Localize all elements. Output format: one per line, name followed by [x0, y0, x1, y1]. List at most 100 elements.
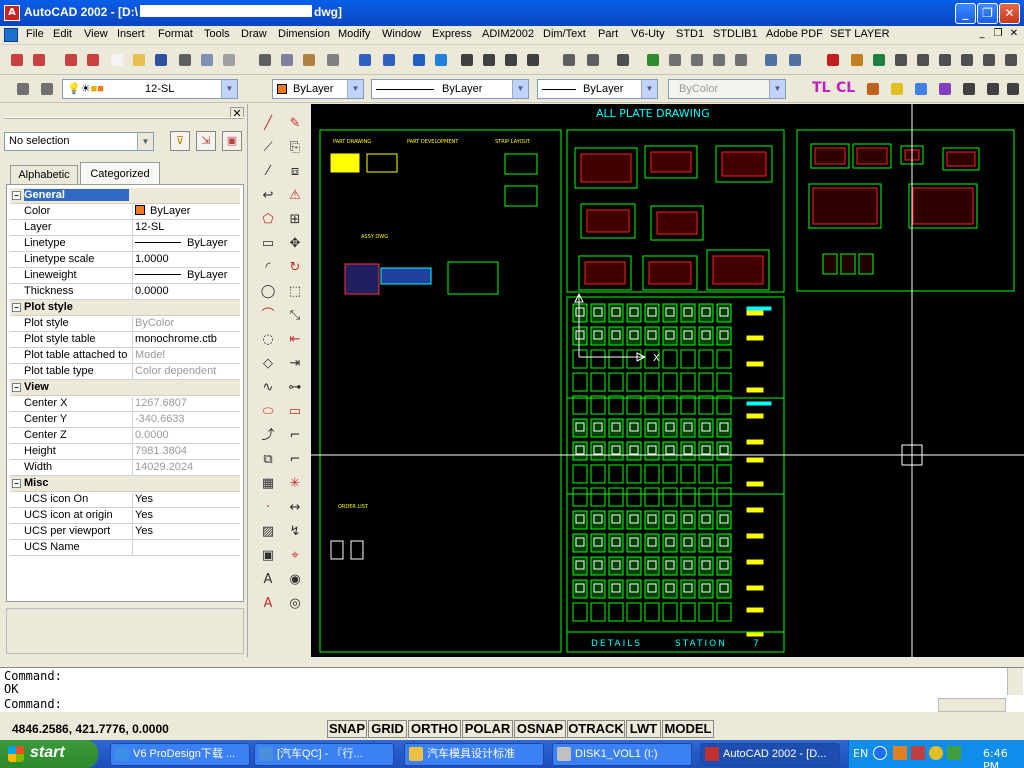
property-row[interactable]: Linetype ByLayer [10, 236, 240, 252]
plotstyle-dropdown[interactable]: ByColor ▼ [668, 79, 786, 99]
menu-adim2002[interactable]: ADIM2002 [482, 28, 534, 40]
grip-bar[interactable] [4, 117, 244, 119]
minimize-button[interactable]: _ [955, 3, 976, 24]
menu-window[interactable]: Window [382, 28, 421, 40]
drawing-doc-icon[interactable] [4, 28, 18, 42]
make-block-icon[interactable]: ▦ [258, 474, 278, 494]
paste-icon[interactable] [300, 51, 318, 69]
status-lwt-button[interactable]: LWT [626, 720, 661, 738]
arc-icon[interactable]: ◜ [258, 258, 278, 278]
linetype-dropdown[interactable]: ByLayer ▼ [371, 79, 529, 99]
property-value[interactable]: 0.0000 [132, 285, 169, 300]
status-snap-button[interactable]: SNAP [327, 720, 367, 738]
autocad-app-icon[interactable]: A [4, 5, 20, 21]
adcenter-icon[interactable] [786, 51, 804, 69]
tl-button[interactable]: TL [812, 80, 830, 96]
help-icon[interactable] [824, 51, 842, 69]
zoom-window-icon[interactable] [688, 51, 706, 69]
multiline-icon[interactable]: ⁄ [258, 162, 278, 182]
zoom-previous-icon[interactable] [710, 51, 728, 69]
menu-file[interactable]: File [26, 28, 44, 40]
ellipse-arc2-icon[interactable]: ⤴ [258, 426, 278, 446]
internet-icon[interactable] [432, 51, 450, 69]
tray-icon-2[interactable] [911, 746, 925, 760]
layer-icon-4[interactable] [84, 51, 102, 69]
layer-icon-1[interactable] [8, 51, 26, 69]
property-value[interactable]: ByLayer [132, 205, 190, 220]
aerial-view-icon[interactable] [614, 51, 632, 69]
property-row[interactable]: UCS icon On Yes [10, 492, 240, 508]
point-icon[interactable]: · [258, 498, 278, 518]
lineweight-dropdown[interactable]: ByLayer ▼ [537, 79, 658, 99]
status-polar-button[interactable]: POLAR [462, 720, 513, 738]
layer-icon-3[interactable] [62, 51, 80, 69]
property-row[interactable]: Linetype scale 1.0000 [10, 252, 240, 268]
property-row[interactable]: Layer 12-SL [10, 220, 240, 236]
undo-icon[interactable] [356, 51, 374, 69]
menu-std1[interactable]: STD1 [676, 28, 704, 40]
spline-point-icon[interactable]: ◌ [258, 330, 278, 350]
trim-icon[interactable]: ⇤ [285, 330, 305, 350]
menu-adobe-pdf[interactable]: Adobe PDF [766, 28, 823, 40]
move-icon[interactable]: ✥ [285, 234, 305, 254]
ucs-icon[interactable] [560, 51, 578, 69]
dim-icon-2[interactable] [914, 51, 932, 69]
drawing-canvas[interactable]: ALL PLATE DRAWING PART DRAWING PART DEVE… [311, 104, 1024, 657]
property-value[interactable]: 14029.2024 [132, 461, 193, 476]
taskbar-button[interactable]: DISK1_VOL1 (I:) [552, 743, 692, 766]
lock-icon[interactable] [960, 80, 978, 98]
menu-edit[interactable]: Edit [53, 28, 72, 40]
menu-draw[interactable]: Draw [241, 28, 267, 40]
collapse-icon[interactable]: − [12, 303, 21, 312]
command-hscrollbar[interactable] [938, 698, 1006, 712]
tool-icon-d[interactable] [848, 51, 866, 69]
property-value[interactable]: ByColor [132, 317, 174, 332]
tool-icon-i[interactable] [1004, 80, 1022, 98]
coordinates-display[interactable]: 4846.2586, 421.7776, 0.0000 [12, 722, 169, 736]
redo-icon[interactable] [380, 51, 398, 69]
tool-icon-a[interactable] [480, 51, 498, 69]
property-value[interactable]: Model [132, 349, 165, 364]
pan-icon[interactable] [644, 51, 662, 69]
property-value[interactable]: Yes [132, 525, 153, 540]
property-row[interactable]: Width 14029.2024 [10, 460, 240, 476]
properties-icon[interactable] [762, 51, 780, 69]
explode-icon[interactable]: ✳ [285, 474, 305, 494]
copy-icon[interactable] [278, 51, 296, 69]
clock[interactable]: 6:46 PM [983, 747, 1024, 768]
start-button[interactable]: start [0, 740, 98, 768]
tray-icon-4[interactable] [947, 746, 961, 760]
collapse-icon[interactable]: − [12, 383, 21, 392]
property-row[interactable]: Center X 1267.6807 [10, 396, 240, 412]
menu-stdlib1[interactable]: STDLIB1 [713, 28, 758, 40]
dim-icon-1[interactable] [892, 51, 910, 69]
property-value[interactable] [132, 541, 135, 556]
break-icon[interactable]: ⊶ [285, 378, 305, 398]
cut-icon[interactable] [256, 51, 274, 69]
dim-linear-icon[interactable]: ↔ [285, 498, 305, 518]
construction-line-icon[interactable]: ⟋ [258, 138, 278, 158]
taskbar-button[interactable]: AutoCAD 2002 - [D... [700, 743, 840, 766]
menu-insert[interactable]: Insert [117, 28, 145, 40]
status-ortho-button[interactable]: ORTHO [408, 720, 461, 738]
open-icon[interactable] [130, 51, 148, 69]
tool-icon-b[interactable] [502, 51, 520, 69]
dim-ordinate-icon[interactable]: ⌖ [285, 546, 305, 566]
dim-radius-icon[interactable]: ◉ [285, 570, 305, 590]
property-value[interactable]: 7981.3804 [132, 445, 187, 460]
menu-format[interactable]: Format [158, 28, 193, 40]
property-value[interactable]: Color dependent [132, 365, 216, 380]
array-icon[interactable]: ⊞ [285, 210, 305, 230]
status-osnap-button[interactable]: OSNAP [514, 720, 566, 738]
dim-icon-3[interactable] [936, 51, 954, 69]
ellipse-icon[interactable]: ⬭ [258, 402, 278, 422]
spline-icon[interactable]: ∿ [258, 378, 278, 398]
bulb-icon[interactable] [888, 80, 906, 98]
stretch-icon[interactable]: ⤡ [285, 306, 305, 326]
match-properties-icon[interactable] [324, 51, 342, 69]
property-row[interactable]: Center Y -340.6633 [10, 412, 240, 428]
property-value[interactable]: 12-SL [132, 221, 164, 236]
property-value[interactable]: ByLayer [132, 269, 227, 284]
break-point-icon[interactable]: ▭ [285, 402, 305, 422]
menu-express[interactable]: Express [432, 28, 472, 40]
